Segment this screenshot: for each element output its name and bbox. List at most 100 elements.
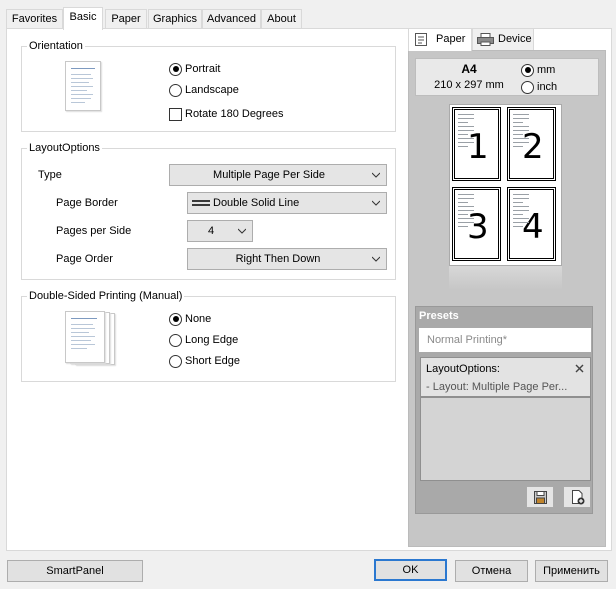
chevron-down-icon bbox=[238, 228, 246, 234]
tab-basic[interactable]: Basic bbox=[63, 7, 103, 30]
preview-text-line bbox=[513, 210, 529, 211]
radio-icon bbox=[521, 80, 534, 94]
preview-reflection bbox=[449, 266, 562, 290]
preview-text-line bbox=[513, 146, 523, 147]
preview-text-line bbox=[458, 146, 468, 147]
preview-text-line bbox=[513, 226, 523, 227]
pages-per-side-label: Pages per Side bbox=[56, 225, 132, 237]
duplex-short-edge-label: Short Edge bbox=[185, 355, 241, 367]
add-preset-button[interactable] bbox=[563, 486, 591, 508]
preset-list: LayoutOptions: - Layout: Multiple Page P… bbox=[420, 357, 591, 481]
page-order-label: Page Order bbox=[56, 253, 113, 265]
portrait-radio[interactable]: Portrait bbox=[169, 61, 220, 77]
close-icon[interactable] bbox=[575, 364, 584, 373]
paper-size-box: A4 210 x 297 mm mm inch bbox=[415, 58, 599, 96]
ok-button[interactable]: OK bbox=[374, 559, 447, 581]
smartpanel-button[interactable]: SmartPanel bbox=[7, 560, 143, 582]
apply-button[interactable]: Применить bbox=[535, 560, 608, 582]
radio-icon bbox=[169, 83, 182, 97]
preview-page-3: 3 bbox=[452, 187, 501, 261]
duplex-long-edge-label: Long Edge bbox=[185, 334, 239, 346]
save-preset-button[interactable] bbox=[526, 486, 554, 508]
preview-text-line bbox=[458, 118, 474, 119]
page-preview: 1 2 3 4 bbox=[449, 104, 562, 266]
preview-text-line bbox=[513, 202, 523, 203]
preview-page-number: 2 bbox=[522, 127, 544, 167]
page-border-select[interactable]: Double Solid Line bbox=[187, 192, 387, 214]
page-border-label: Page Border bbox=[56, 197, 118, 209]
preview-text-line bbox=[513, 206, 529, 207]
preset-normal-printing[interactable]: Normal Printing* bbox=[419, 328, 591, 352]
printer-icon bbox=[477, 33, 494, 46]
preview-tabs: Paper Device bbox=[408, 28, 606, 51]
preview-text-line bbox=[458, 226, 468, 227]
preview-text-line bbox=[513, 142, 529, 143]
preview-text-line bbox=[513, 222, 529, 223]
checkbox-icon bbox=[169, 107, 182, 121]
rotate-180-label: Rotate 180 Degrees bbox=[185, 108, 284, 120]
preview-text-line bbox=[458, 114, 474, 115]
pages-per-side-select[interactable]: 4 bbox=[187, 220, 253, 242]
tab-favorites[interactable]: Favorites bbox=[6, 9, 63, 29]
unit-mm-radio[interactable]: mm bbox=[521, 62, 555, 78]
preview-text-line bbox=[458, 194, 474, 195]
tab-graphics[interactable]: Graphics bbox=[148, 9, 202, 29]
unit-inch-radio[interactable]: inch bbox=[521, 79, 557, 95]
portrait-label: Portrait bbox=[185, 63, 221, 75]
preview-text-line bbox=[513, 198, 529, 199]
radio-selected-icon bbox=[169, 62, 182, 76]
tab-paper-label: Paper bbox=[111, 13, 141, 25]
paper-size-name: A4 bbox=[461, 62, 477, 76]
preview-tab-device[interactable]: Device bbox=[472, 28, 534, 50]
type-label: Type bbox=[38, 169, 62, 181]
tab-graphics-label: Graphics bbox=[153, 13, 198, 25]
chevron-down-icon bbox=[372, 256, 380, 262]
new-document-icon bbox=[572, 490, 585, 505]
preview-page-number: 3 bbox=[467, 207, 489, 247]
preview-page-1: 1 bbox=[452, 107, 501, 181]
landscape-radio[interactable]: Landscape bbox=[169, 82, 239, 98]
duplex-none-radio[interactable]: None bbox=[169, 311, 211, 327]
preview-text-line bbox=[458, 214, 468, 215]
preview-text-line bbox=[458, 138, 474, 139]
preview-text-line bbox=[513, 114, 529, 115]
portrait-document-icon bbox=[65, 61, 101, 111]
preview-text-line bbox=[513, 122, 523, 123]
preview-text-line bbox=[458, 126, 474, 127]
tab-about[interactable]: About bbox=[261, 9, 302, 29]
duplex-short-edge-radio[interactable]: Short Edge bbox=[169, 353, 240, 369]
presets-panel: Presets Normal Printing* LayoutOptions: … bbox=[415, 306, 593, 514]
tab-favorites-label: Favorites bbox=[11, 13, 58, 25]
preview-text-line bbox=[513, 118, 529, 119]
orientation-title: Orientation bbox=[27, 40, 85, 53]
cancel-button[interactable]: Отмена bbox=[455, 560, 528, 582]
layout-options-title: LayoutOptions bbox=[27, 142, 102, 155]
preview-text-line bbox=[458, 122, 468, 123]
preview-text-line bbox=[513, 126, 529, 127]
preview-text-line bbox=[513, 138, 529, 139]
unit-inch-label: inch bbox=[537, 81, 558, 93]
radio-selected-icon bbox=[521, 63, 534, 77]
page-order-select[interactable]: Right Then Down bbox=[187, 248, 387, 270]
presets-title: Presets bbox=[419, 310, 459, 322]
double-line-icon bbox=[192, 200, 210, 206]
chevron-down-icon bbox=[372, 200, 380, 206]
preview-tab-device-label: Device bbox=[498, 33, 532, 45]
rotate-180-checkbox[interactable]: Rotate 180 Degrees bbox=[169, 106, 283, 122]
preview-text-line bbox=[458, 134, 468, 135]
preview-text-line bbox=[513, 130, 529, 131]
paper-icon bbox=[415, 33, 427, 46]
preset-item-layoutoptions[interactable]: LayoutOptions: - Layout: Multiple Page P… bbox=[421, 358, 590, 398]
page-order-value: Right Then Down bbox=[235, 253, 321, 265]
tab-advanced[interactable]: Advanced bbox=[202, 9, 261, 29]
landscape-label: Landscape bbox=[185, 84, 239, 96]
paper-dimensions: 210 x 297 mm bbox=[434, 79, 504, 91]
preview-tab-paper[interactable]: Paper bbox=[408, 28, 472, 51]
tab-paper[interactable]: Paper bbox=[105, 9, 147, 29]
type-select[interactable]: Multiple Page Per Side bbox=[169, 164, 387, 186]
duplex-long-edge-radio[interactable]: Long Edge bbox=[169, 332, 238, 348]
preview-text-line bbox=[458, 198, 474, 199]
tab-advanced-label: Advanced bbox=[207, 13, 256, 25]
unit-mm-label: mm bbox=[537, 64, 556, 76]
preview-text-line bbox=[458, 206, 474, 207]
